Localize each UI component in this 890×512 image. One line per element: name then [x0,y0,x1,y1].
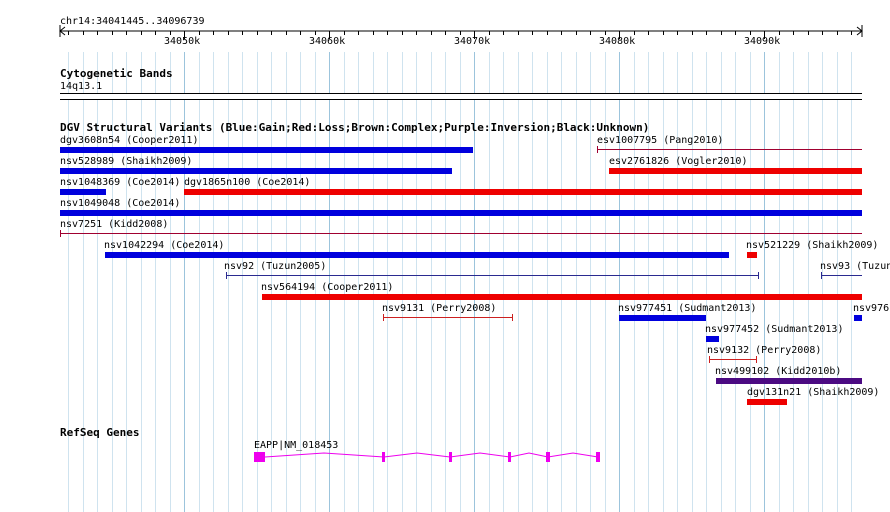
feature-label: nsv7251 (Kidd2008) [60,219,169,230]
sv-bar-loss[interactable] [609,168,862,174]
track-title-dgv: DGV Structural Variants (Blue:Gain;Red:L… [60,121,650,134]
feature-label: dgv131n21 (Shaikh2009) [747,387,880,398]
feature-label: nsv1042294 (Coe2014) [104,240,225,251]
sv-bar-thin[interactable] [383,317,513,318]
sv-bar-thin[interactable] [226,275,759,276]
feature-label: nsv1048369 (Coe2014) [60,177,181,188]
feature-label: nsv977451 (Sudmant2013) [618,303,757,314]
sv-bar-end-tick [512,314,513,321]
sv-bar-loss[interactable] [747,252,757,258]
feature-label: nsv528989 (Shaikh2009) [60,156,193,167]
sv-bar-loss[interactable] [184,189,862,195]
sv-bar-end-tick [709,356,710,363]
sv-bar-thin[interactable] [821,275,862,276]
genome-browser: chr14:34041445..34096739 34050k 34060k 3… [0,0,890,512]
sv-bar-gain[interactable] [60,147,473,153]
sv-bar-loss-thin[interactable] [60,233,862,234]
sv-bar-gain[interactable] [60,189,106,195]
sv-bar-end-tick [60,230,61,237]
sv-bar-loss[interactable] [747,399,787,405]
sv-bar-end-tick [226,272,227,279]
ruler-tick-label: 34090k [744,36,781,47]
ruler-tick-label: 34060k [309,36,346,47]
feature-label: nsv1049048 (Coe2014) [60,198,181,209]
feature-label: nsv93 (Tuzun [820,261,890,272]
feature-label: esv1007795 (Pang2010) [597,135,724,146]
feature-label: dgv1865n100 (Coe2014) [184,177,311,188]
cytoband-label: 14q13.1 [60,81,103,92]
ruler-tick-label: 34070k [454,36,491,47]
feature-label: dgv3608n54 (Cooper2011) [60,135,199,146]
feature-label: nsv9132 (Perry2008) [707,345,822,356]
ruler-tick-label: 34050k [164,36,201,47]
feature-label: nsv564194 (Cooper2011) [261,282,394,293]
sv-bar-end-tick [758,272,759,279]
sv-bar-gain[interactable] [619,315,706,321]
feature-label: nsv92 (Tuzun2005) [224,261,327,272]
sv-bar-end-tick [756,356,757,363]
feature-label: nsv9131 (Perry2008) [382,303,497,314]
feature-label: nsv977452 (Sudmant2013) [705,324,844,335]
sv-bar-end-tick [383,314,384,321]
sv-bar-inversion[interactable] [716,378,862,384]
sv-bar-gain[interactable] [854,315,862,321]
sv-bar-end-tick [821,272,822,279]
feature-label: nsv521229 (Shaikh2009) [746,240,879,251]
sv-bar-gain[interactable] [60,168,452,174]
feature-label: nsv976 [853,303,890,314]
sv-bar-loss[interactable] [262,294,862,300]
feature-label: nsv499102 (Kidd2010b) [715,366,842,377]
track-title-cytoband: Cytogenetic Bands [60,67,173,80]
sv-bar-gain[interactable] [60,210,862,216]
sv-bar-gain[interactable] [105,252,729,258]
feature-label: esv2761826 (Vogler2010) [609,156,748,167]
sv-bar-loss-thin[interactable] [597,149,862,150]
track-title-refseq: RefSeq Genes [60,426,140,439]
gene-model-eapp[interactable] [250,448,610,466]
sv-bar-thin[interactable] [709,359,757,360]
sv-bar-end-tick [597,146,598,153]
sv-bar-gain[interactable] [706,336,719,342]
cytoband-bar[interactable] [60,93,862,100]
ruler-tick-label: 34080k [599,36,636,47]
